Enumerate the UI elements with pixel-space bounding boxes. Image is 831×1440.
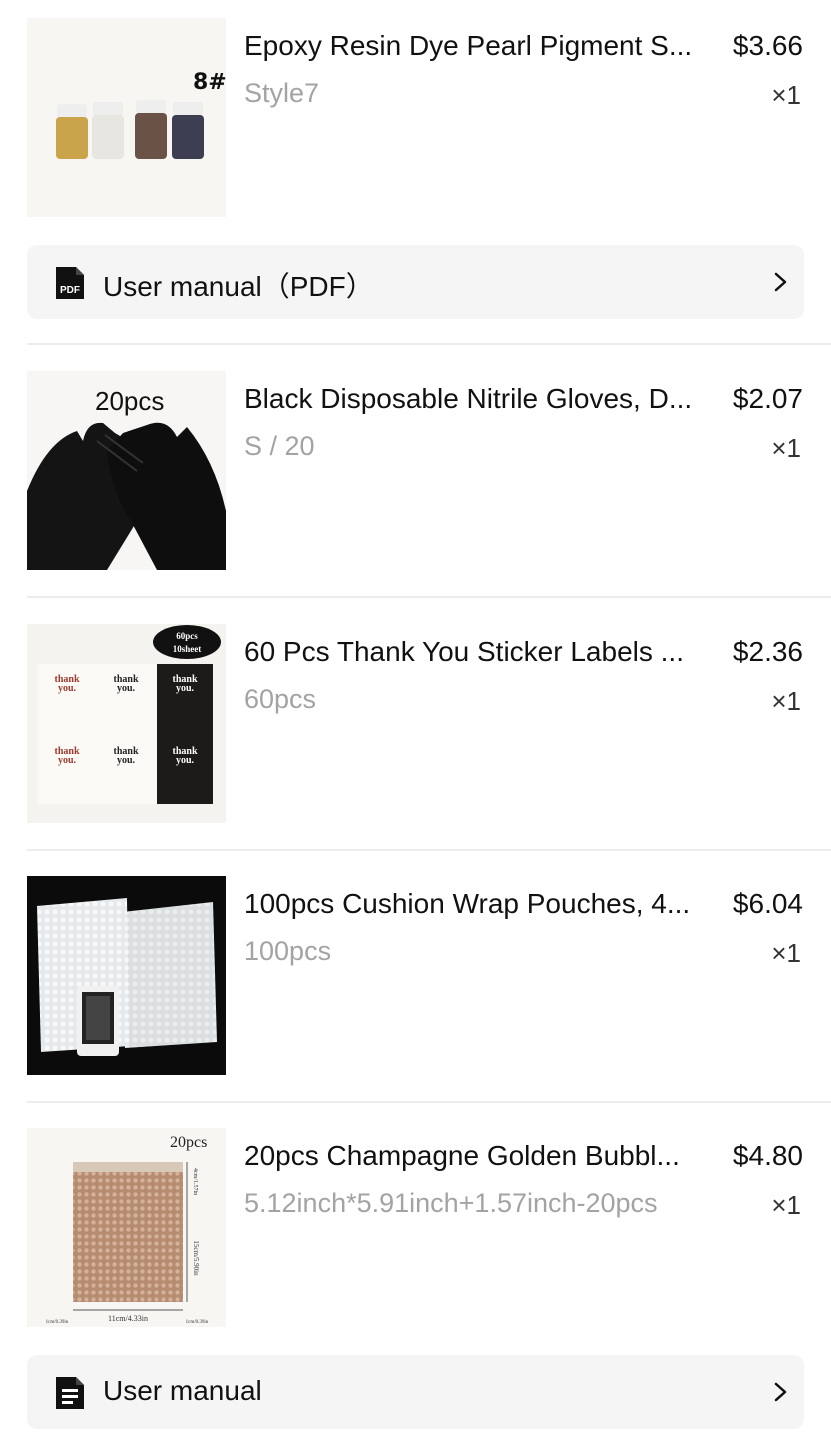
- product-image[interactable]: 8#: [27, 18, 226, 217]
- divider: [27, 1101, 831, 1103]
- bubble-pouches-image: [27, 876, 226, 1075]
- product-price: $3.66: [732, 30, 803, 61]
- image-label: 8#: [193, 70, 226, 95]
- product-variant: 100pcs: [244, 936, 332, 966]
- document-icon: [56, 1377, 84, 1409]
- dimension-label: 4cm/1.57in: [192, 1168, 198, 1195]
- product-image[interactable]: 20pcs: [27, 371, 226, 570]
- sticker-text: you.: [58, 755, 77, 766]
- pigment-bottles-image: [27, 18, 226, 217]
- product-quantity: ×1: [771, 80, 801, 110]
- product-price: $2.36: [732, 636, 803, 667]
- sticker-text: you.: [117, 755, 136, 766]
- golden-bubble-mailer-image: 11cm/4.33in 15cm/5.90in 4cm/1.57in 1cm/0…: [27, 1128, 226, 1327]
- product-image[interactable]: 11cm/4.33in 15cm/5.90in 4cm/1.57in 1cm/0…: [27, 1128, 226, 1327]
- image-label: 20pcs: [95, 386, 165, 416]
- sticker-text: you.: [58, 683, 77, 694]
- product-quantity: ×1: [771, 686, 801, 716]
- user-manual-row[interactable]: User manual: [27, 1355, 804, 1429]
- product-image[interactable]: [27, 876, 226, 1075]
- product-item[interactable]: 60pcs 10sheet thank you. thank you. than…: [0, 624, 831, 826]
- product-title[interactable]: 20pcs Champagne Golden Bubbl...: [244, 1140, 714, 1172]
- user-manual-pdf-row[interactable]: PDF User manual（PDF）: [27, 245, 804, 319]
- dimension-label: 15cm/5.90in: [192, 1240, 200, 1276]
- divider: [27, 849, 831, 851]
- product-title[interactable]: 60 Pcs Thank You Sticker Labels ...: [244, 636, 714, 668]
- image-badge-top: 60pcs: [176, 631, 198, 641]
- product-variant: Style7: [244, 78, 320, 108]
- pdf-file-icon: PDF: [56, 267, 84, 299]
- product-quantity: ×1: [771, 1190, 801, 1220]
- product-price: $2.07: [732, 383, 803, 414]
- user-manual-label: User manual: [103, 1375, 262, 1406]
- product-item[interactable]: 8# Epoxy Resin Dye Pearl Pigment S... $3…: [0, 18, 831, 220]
- dimension-label: 1cm/0.39in: [46, 1320, 69, 1325]
- product-title[interactable]: Epoxy Resin Dye Pearl Pigment S...: [244, 30, 714, 62]
- product-price: $6.04: [732, 888, 803, 919]
- product-item[interactable]: 20pcs Black Disposable Nitrile Gloves, D…: [0, 371, 831, 573]
- dimension-label: 11cm/4.33in: [108, 1314, 148, 1323]
- product-quantity: ×1: [771, 938, 801, 968]
- divider: [27, 596, 831, 598]
- sticker-text: you.: [176, 683, 195, 694]
- product-variant: S / 20: [244, 431, 315, 461]
- product-image[interactable]: 60pcs 10sheet thank you. thank you. than…: [27, 624, 226, 823]
- product-title[interactable]: 100pcs Cushion Wrap Pouches, 4...: [244, 888, 714, 920]
- product-variant: 60pcs: [244, 684, 317, 714]
- product-variant: 5.12inch*5.91inch+1.57inch-20pcs: [244, 1188, 658, 1218]
- chevron-right-icon: [774, 272, 787, 292]
- image-label: 20pcs: [170, 1134, 208, 1151]
- divider: [27, 343, 831, 345]
- sticker-text: you.: [176, 755, 195, 766]
- thank-you-stickers-image: 60pcs 10sheet thank you. thank you. than…: [27, 624, 226, 823]
- pdf-icon-text: PDF: [60, 285, 80, 296]
- product-quantity: ×1: [771, 433, 801, 463]
- image-badge-bottom: 10sheet: [173, 644, 202, 654]
- product-item[interactable]: 11cm/4.33in 15cm/5.90in 4cm/1.57in 1cm/0…: [0, 1128, 831, 1330]
- product-price: $4.80: [732, 1140, 803, 1171]
- dimension-label: 1cm/0.39in: [186, 1320, 209, 1325]
- chevron-right-icon: [774, 1382, 787, 1402]
- sticker-text: you.: [117, 683, 136, 694]
- product-item[interactable]: 100pcs Cushion Wrap Pouches, 4... $6.04 …: [0, 876, 831, 1078]
- user-manual-label: User manual（PDF）: [103, 271, 374, 302]
- product-title[interactable]: Black Disposable Nitrile Gloves, D...: [244, 383, 714, 415]
